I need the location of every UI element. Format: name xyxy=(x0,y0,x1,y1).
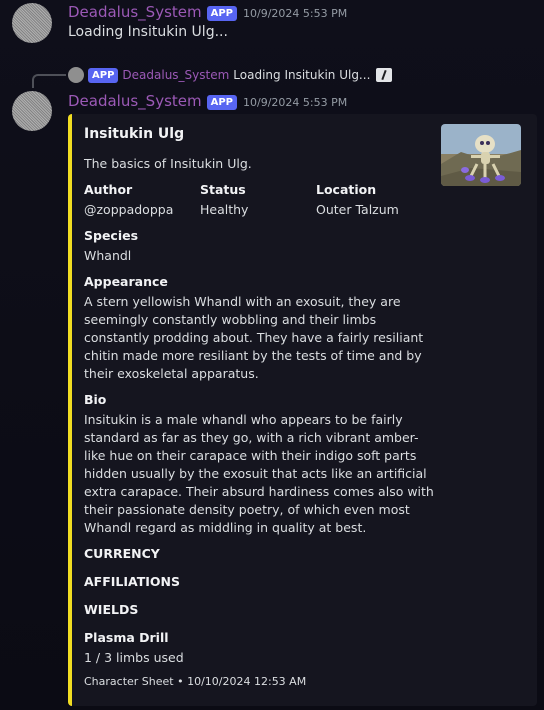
timestamp: 10/9/2024 5:53 PM xyxy=(243,96,348,109)
character-embed: Insitukin Ulg The basics of Insitukin Ul… xyxy=(68,114,537,706)
user-avatar[interactable] xyxy=(12,3,52,43)
slash-command-icon xyxy=(376,68,393,82)
username[interactable]: Deadalus_System xyxy=(68,92,202,110)
field-value: Healthy xyxy=(200,202,249,217)
field-value: Whandl xyxy=(84,248,132,263)
message-header: Deadalus_System APP 10/9/2024 5:53 PM xyxy=(68,3,347,22)
field-status: Status Healthy xyxy=(200,182,310,219)
embed-footer: Character Sheet • 10/10/2024 12:53 AM xyxy=(84,675,307,688)
embed-description: The basics of Insitukin Ulg. xyxy=(84,156,252,171)
field-name: Author xyxy=(84,182,133,197)
field-bio: Bio Insitukin is a male whandl who appea… xyxy=(84,392,434,537)
embed-title: Insitukin Ulg xyxy=(84,126,185,142)
field-value: @zoppadoppa xyxy=(84,202,174,217)
reply-avatar xyxy=(68,67,84,83)
reply-text[interactable]: Loading Insitukin Ulg... xyxy=(233,68,370,82)
user-avatar[interactable] xyxy=(12,91,52,131)
field-location: Location Outer Talzum xyxy=(316,182,446,219)
message-header: Deadalus_System APP 10/9/2024 5:53 PM xyxy=(68,92,347,111)
field-name: Appearance xyxy=(84,274,168,289)
field-appearance: Appearance A stern yellowish Whandl with… xyxy=(84,274,429,383)
section-wields: WIELDS xyxy=(84,602,139,617)
field-value: A stern yellowish Whandl with an exosuit… xyxy=(84,294,424,381)
app-badge: APP xyxy=(206,95,238,110)
field-name: Status xyxy=(200,182,246,197)
field-name: Bio xyxy=(84,392,107,407)
reply-reference[interactable]: APP Deadalus_System Loading Insitukin Ul… xyxy=(68,67,393,83)
field-name: Species xyxy=(84,228,139,243)
character-thumbnail[interactable] xyxy=(441,124,521,186)
timestamp: 10/9/2024 5:53 PM xyxy=(243,7,348,20)
section-currency: CURRENCY xyxy=(84,546,160,561)
app-badge: APP xyxy=(206,6,238,21)
field-value: 1 / 3 limbs used xyxy=(84,650,184,665)
message-text: Loading Insitukin Ulg... xyxy=(68,24,228,40)
field-plasma-drill: Plasma Drill 1 / 3 limbs used xyxy=(84,630,334,667)
field-value: Insitukin is a male whandl who appears t… xyxy=(84,412,434,535)
reply-username[interactable]: Deadalus_System xyxy=(122,68,229,82)
field-author: Author @zoppadoppa xyxy=(84,182,194,219)
reply-spine xyxy=(32,74,66,88)
section-affiliations: AFFILIATIONS xyxy=(84,574,180,589)
reply-app-badge: APP xyxy=(88,67,119,83)
field-name: Plasma Drill xyxy=(84,630,169,645)
username[interactable]: Deadalus_System xyxy=(68,3,202,21)
field-value: Outer Talzum xyxy=(316,202,399,217)
field-name: Location xyxy=(316,182,377,197)
field-species: Species Whandl xyxy=(84,228,284,265)
